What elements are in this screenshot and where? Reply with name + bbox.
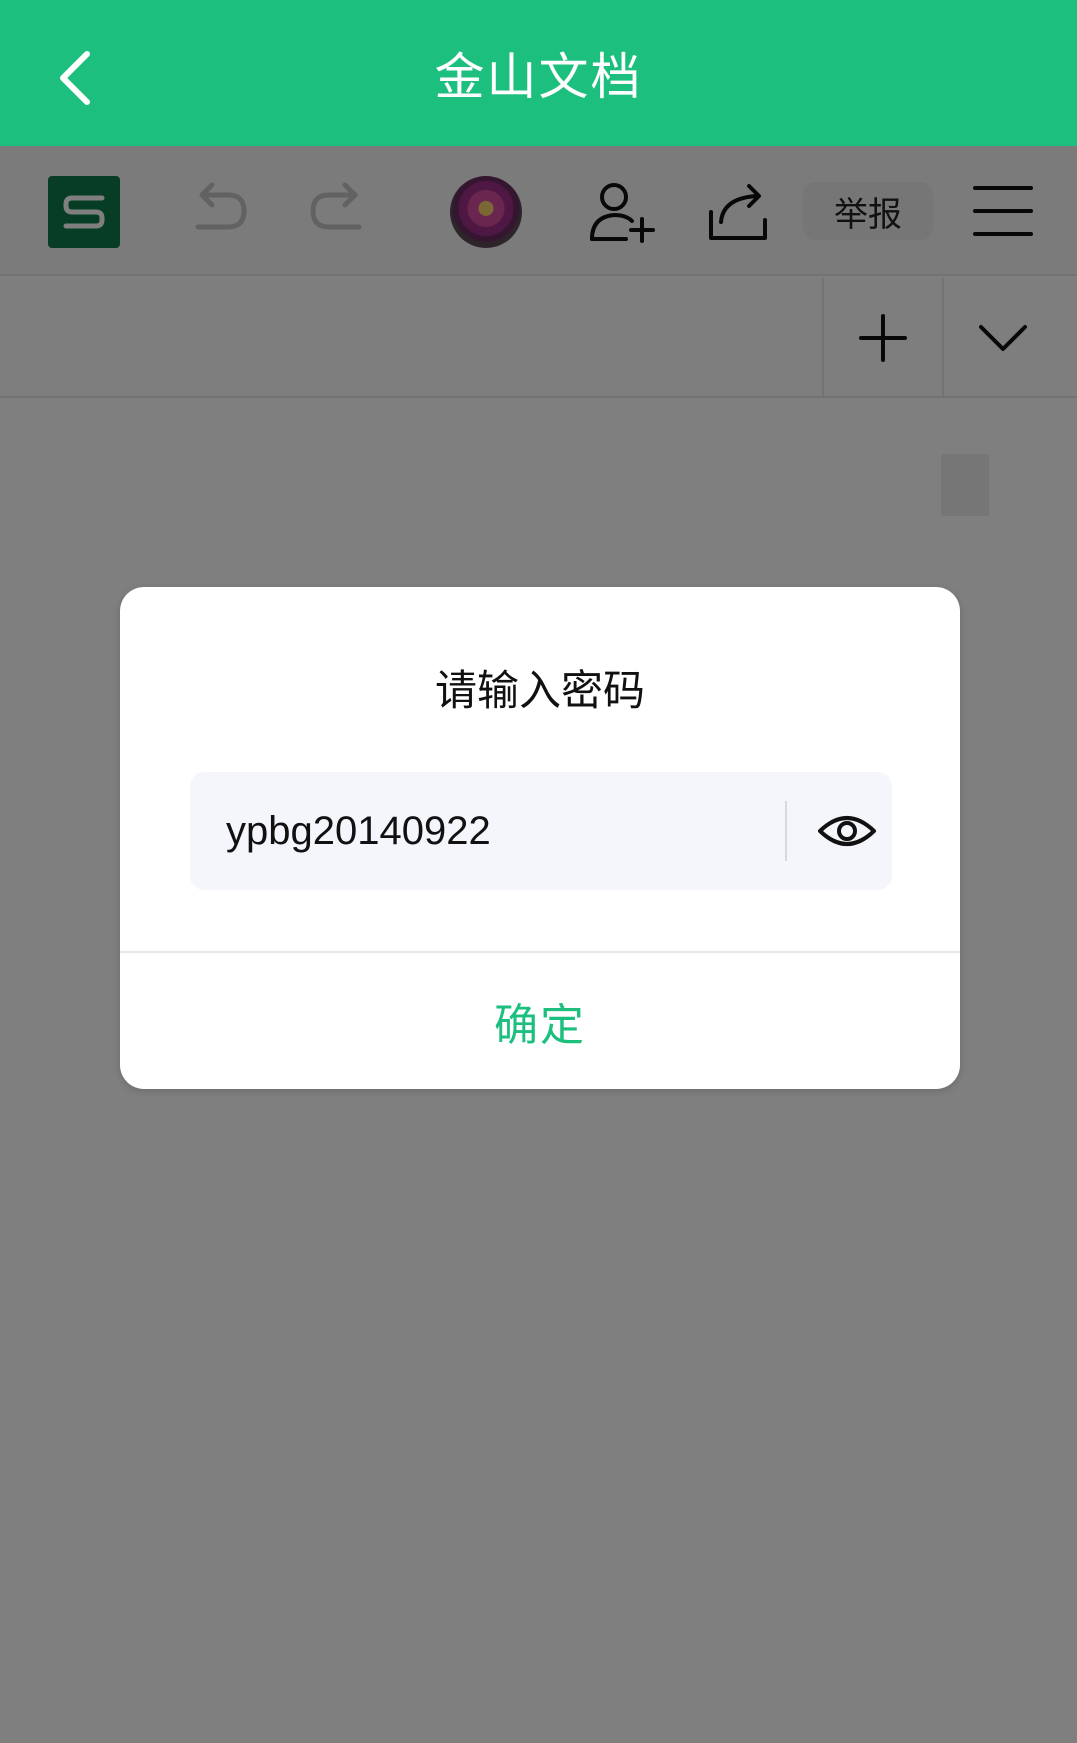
toggle-password-visibility[interactable] bbox=[802, 772, 892, 890]
confirm-button[interactable]: 确定 bbox=[120, 953, 960, 1089]
password-field bbox=[190, 772, 892, 890]
back-button[interactable] bbox=[40, 38, 110, 118]
title-bar: 金山文档 bbox=[0, 0, 1077, 146]
eye-icon bbox=[818, 816, 876, 846]
field-divider bbox=[785, 801, 787, 861]
password-input[interactable] bbox=[226, 772, 766, 890]
password-dialog: 请输入密码 确定 bbox=[120, 587, 960, 1089]
back-arrow-icon bbox=[60, 51, 90, 105]
dialog-title: 请输入密码 bbox=[434, 666, 645, 715]
page-title: 金山文档 bbox=[434, 48, 643, 106]
